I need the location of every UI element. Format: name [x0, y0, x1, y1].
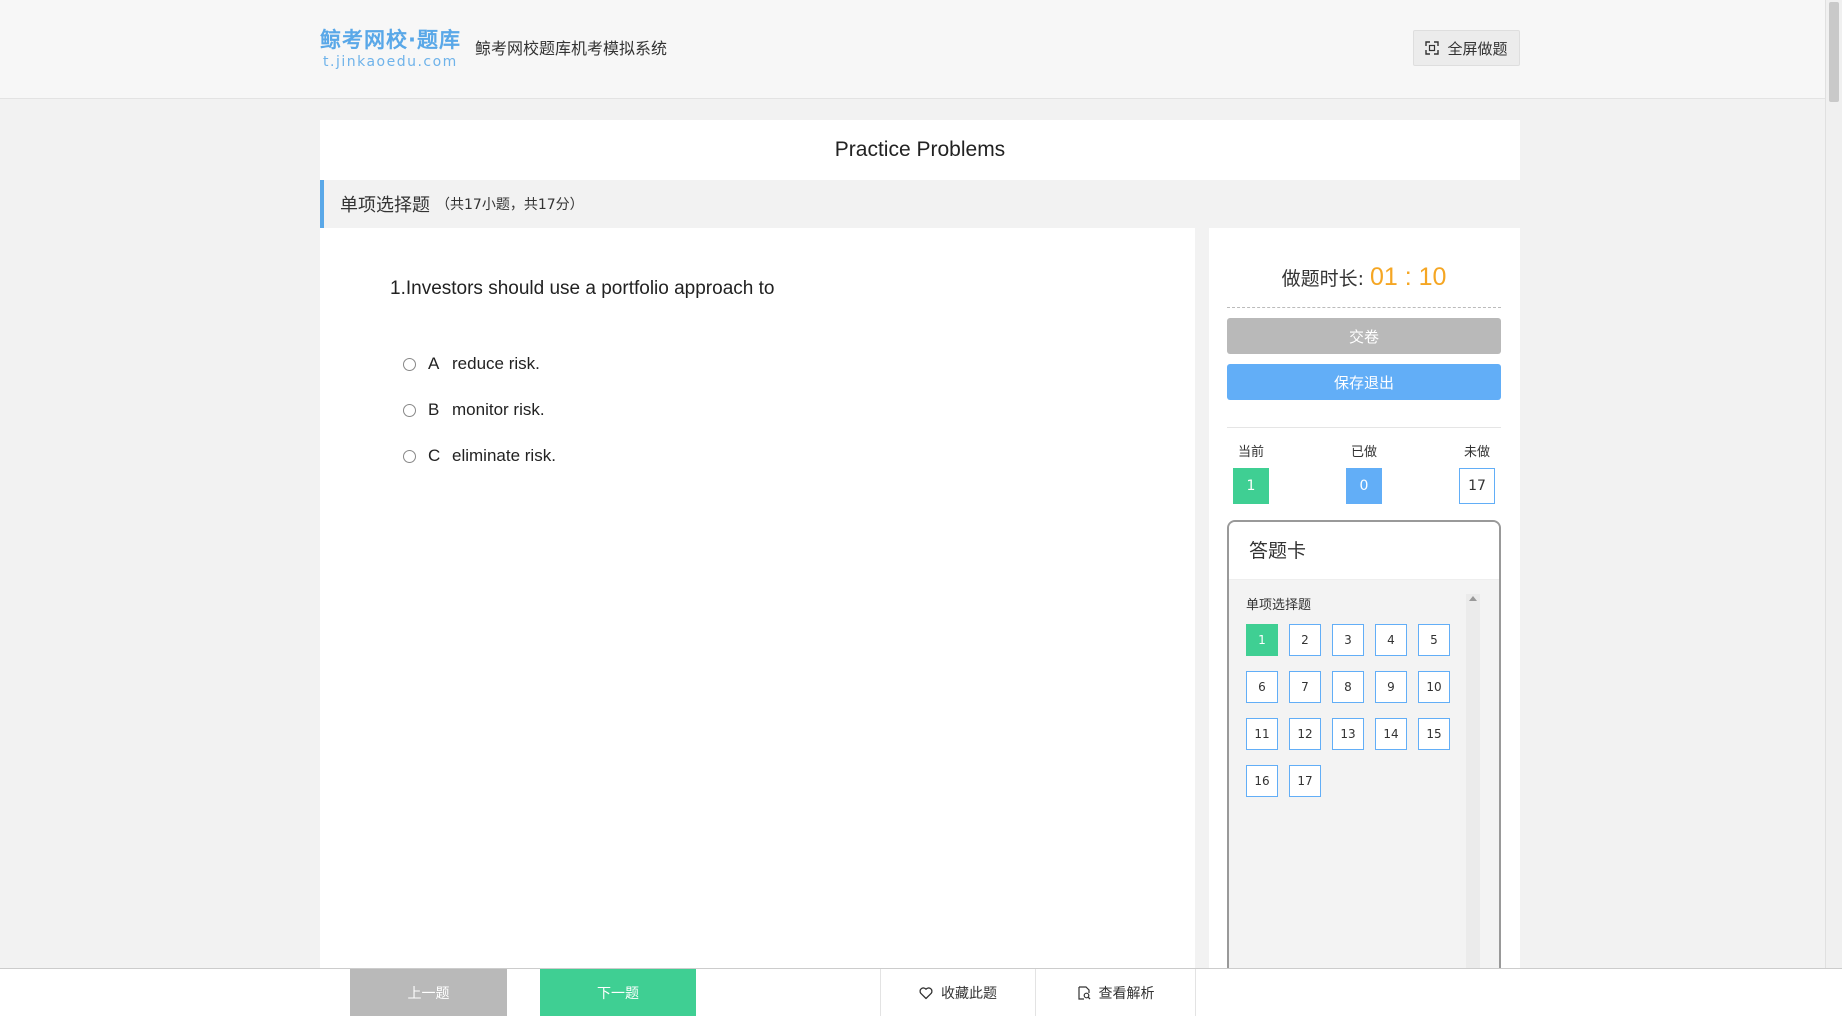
question-number-button[interactable]: 12 — [1289, 718, 1321, 750]
answer-card: 答题卡 单项选择题 1 2 3 4 5 6 7 8 9 10 11 12 13 14 15 16 17 — [1227, 520, 1501, 980]
submit-button[interactable]: 交卷 — [1227, 318, 1501, 354]
header: 鲸考网校·题库 t.jinkaoedu.com 鲸考网校题库机考模拟系统 全屏做… — [0, 0, 1842, 99]
next-question-button[interactable]: 下一题 — [540, 969, 696, 1016]
status-current: 当前 1 — [1231, 444, 1271, 504]
question-number-button[interactable]: 7 — [1289, 671, 1321, 703]
radio-button[interactable] — [403, 403, 416, 417]
option-text: eliminate risk. — [452, 446, 556, 465]
status-undone-count: 17 — [1459, 468, 1495, 504]
option-b[interactable]: B monitor risk. — [403, 400, 545, 420]
section-meta: （共17小题，共17分） — [436, 197, 584, 213]
section-header: 单项选择题 （共17小题，共17分） — [320, 180, 1520, 228]
side-panel: 做题时长: 01 : 10 交卷 保存退出 当前 1 已做 0 未做 17 答题… — [1209, 228, 1520, 980]
option-letter: B — [428, 400, 440, 419]
timer-value: 01 : 10 — [1369, 263, 1447, 291]
question-stem: 1.Investors should use a portfolio appro… — [390, 278, 775, 299]
question-number-button[interactable]: 8 — [1332, 671, 1364, 703]
status-done-count: 0 — [1346, 468, 1382, 504]
fullscreen-icon — [1425, 41, 1440, 55]
option-text: reduce risk. — [452, 354, 540, 373]
status-done-label: 已做 — [1350, 445, 1377, 460]
radio-button[interactable] — [403, 449, 416, 463]
question-number-button[interactable]: 17 — [1289, 765, 1321, 797]
analysis-label: 查看解析 — [1098, 986, 1155, 1002]
option-text: monitor risk. — [452, 400, 545, 419]
question-number-button[interactable]: 2 — [1289, 624, 1321, 656]
question-number-button[interactable]: 10 — [1418, 671, 1450, 703]
radio-button[interactable] — [403, 357, 416, 371]
question-grid: 1 2 3 4 5 6 7 8 9 10 11 12 13 14 15 16 17 — [1246, 624, 1456, 797]
section-name: 单项选择题 — [340, 195, 430, 216]
option-c[interactable]: C eliminate risk. — [403, 446, 556, 466]
page-scrollbar-thumb[interactable] — [1829, 2, 1839, 102]
question-number-button[interactable]: 14 — [1375, 718, 1407, 750]
status-current-count: 1 — [1233, 468, 1269, 504]
divider — [1227, 427, 1501, 428]
document-search-icon — [1077, 986, 1090, 1000]
question-panel: 1.Investors should use a portfolio appro… — [320, 228, 1195, 968]
logo-url: t.jinkaoedu.com — [323, 54, 458, 70]
question-number-button[interactable]: 13 — [1332, 718, 1364, 750]
option-letter: A — [428, 354, 440, 373]
scroll-up-arrow-icon[interactable] — [1469, 596, 1477, 601]
question-number-button[interactable]: 4 — [1375, 624, 1407, 656]
status-undone-label: 未做 — [1463, 445, 1490, 460]
question-number-button[interactable]: 15 — [1418, 718, 1450, 750]
answer-card-scrollbar[interactable] — [1466, 594, 1480, 980]
fullscreen-button[interactable]: 全屏做题 — [1413, 30, 1520, 66]
answer-card-body: 单项选择题 1 2 3 4 5 6 7 8 9 10 11 12 13 14 15 16 17 — [1229, 580, 1499, 980]
page-scrollbar[interactable] — [1825, 0, 1842, 968]
logo[interactable]: 鲸考网校·题库 t.jinkaoedu.com — [320, 27, 461, 71]
answer-card-section: 单项选择题 — [1246, 598, 1312, 613]
timer: 做题时长: 01 : 10 — [1227, 248, 1501, 308]
status-done: 已做 0 — [1344, 444, 1384, 504]
bottom-bar: 上一题 下一题 收藏此题 查看解析 — [0, 968, 1842, 1016]
paper-title: Practice Problems — [320, 120, 1520, 180]
favorite-label: 收藏此题 — [941, 986, 997, 1002]
option-letter: C — [428, 446, 441, 465]
save-exit-button[interactable]: 保存退出 — [1227, 364, 1501, 400]
prev-question-button[interactable]: 上一题 — [350, 969, 507, 1016]
favorite-button[interactable]: 收藏此题 — [880, 969, 1036, 1016]
question-number-button[interactable]: 16 — [1246, 765, 1278, 797]
question-number-button[interactable]: 9 — [1375, 671, 1407, 703]
logo-text: 鲸考网校·题库 — [320, 28, 461, 52]
status-current-label: 当前 — [1237, 445, 1264, 460]
view-analysis-button[interactable]: 查看解析 — [1036, 969, 1196, 1016]
status-undone: 未做 17 — [1457, 444, 1497, 504]
timer-label: 做题时长: — [1281, 268, 1364, 290]
heart-icon — [919, 987, 933, 1000]
answer-card-title: 答题卡 — [1229, 522, 1499, 580]
question-number-button[interactable]: 3 — [1332, 624, 1364, 656]
question-number-button[interactable]: 1 — [1246, 624, 1278, 656]
option-a[interactable]: A reduce risk. — [403, 354, 540, 374]
fullscreen-label: 全屏做题 — [1447, 39, 1508, 58]
question-number-button[interactable]: 6 — [1246, 671, 1278, 703]
question-number-button[interactable]: 11 — [1246, 718, 1278, 750]
system-title: 鲸考网校题库机考模拟系统 — [475, 39, 668, 58]
question-number-button[interactable]: 5 — [1418, 624, 1450, 656]
